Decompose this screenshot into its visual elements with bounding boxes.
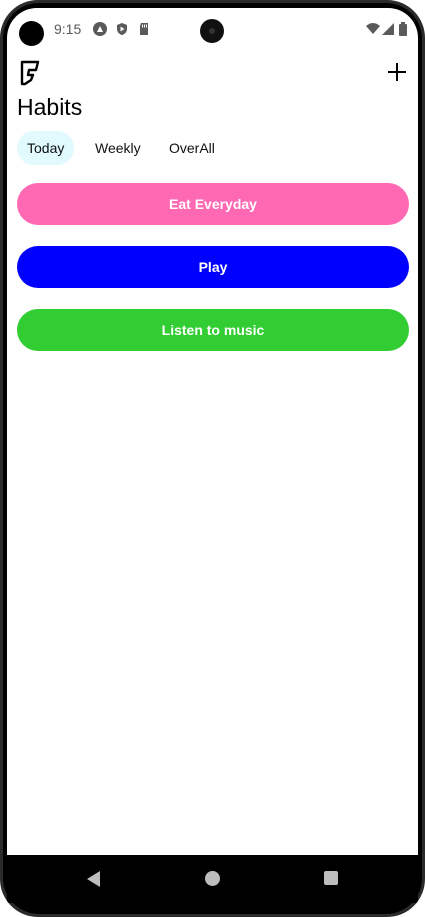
recents-icon[interactable] (324, 871, 338, 885)
page-title: Habits (17, 94, 83, 120)
add-habit-button[interactable] (385, 60, 409, 84)
sd-card-icon (140, 23, 148, 35)
foursquare-flag-icon[interactable] (19, 60, 41, 86)
tab-today[interactable]: Today (17, 131, 75, 165)
tab-overall[interactable]: OverAll (159, 131, 225, 165)
habit-button[interactable]: Play (17, 246, 409, 288)
app-bar (7, 56, 418, 96)
status-bar: 9:15 (7, 8, 418, 48)
device-frame: 9:15 Habits Today Weekly OverAll Eat Eve… (0, 0, 425, 917)
play-shield-icon (117, 23, 127, 35)
habit-button[interactable]: Eat Everyday (17, 183, 409, 225)
app-screen: 9:15 Habits Today Weekly OverAll Eat Eve… (7, 8, 418, 855)
home-icon[interactable] (205, 871, 220, 886)
habit-button[interactable]: Listen to music (17, 309, 409, 351)
signal-icon (382, 23, 394, 35)
tab-weekly[interactable]: Weekly (85, 131, 151, 165)
system-nav-bar (7, 855, 418, 903)
front-camera (19, 21, 44, 46)
assistant-icon (93, 22, 107, 36)
battery-icon (399, 22, 407, 36)
status-time: 9:15 (54, 21, 82, 37)
wifi-icon (366, 23, 380, 34)
center-camera (200, 19, 224, 43)
back-icon[interactable] (87, 871, 100, 887)
